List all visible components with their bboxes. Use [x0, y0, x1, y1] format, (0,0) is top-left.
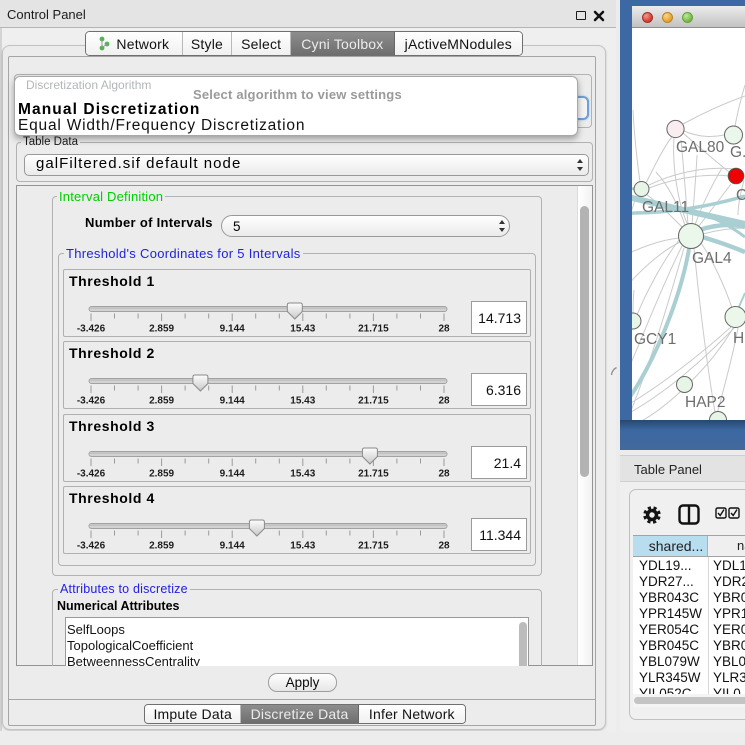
svg-text:GAL11: GAL11 [642, 199, 689, 216]
svg-text:GAL80: GAL80 [676, 139, 725, 156]
svg-text:HAP2: HAP2 [685, 394, 726, 411]
svg-text:C: C [736, 187, 745, 204]
svg-text:GCY1: GCY1 [634, 331, 676, 348]
svg-text:GAL4: GAL4 [692, 250, 732, 267]
svg-text:G.: G. [730, 144, 745, 161]
svg-text:H: H [733, 330, 744, 347]
